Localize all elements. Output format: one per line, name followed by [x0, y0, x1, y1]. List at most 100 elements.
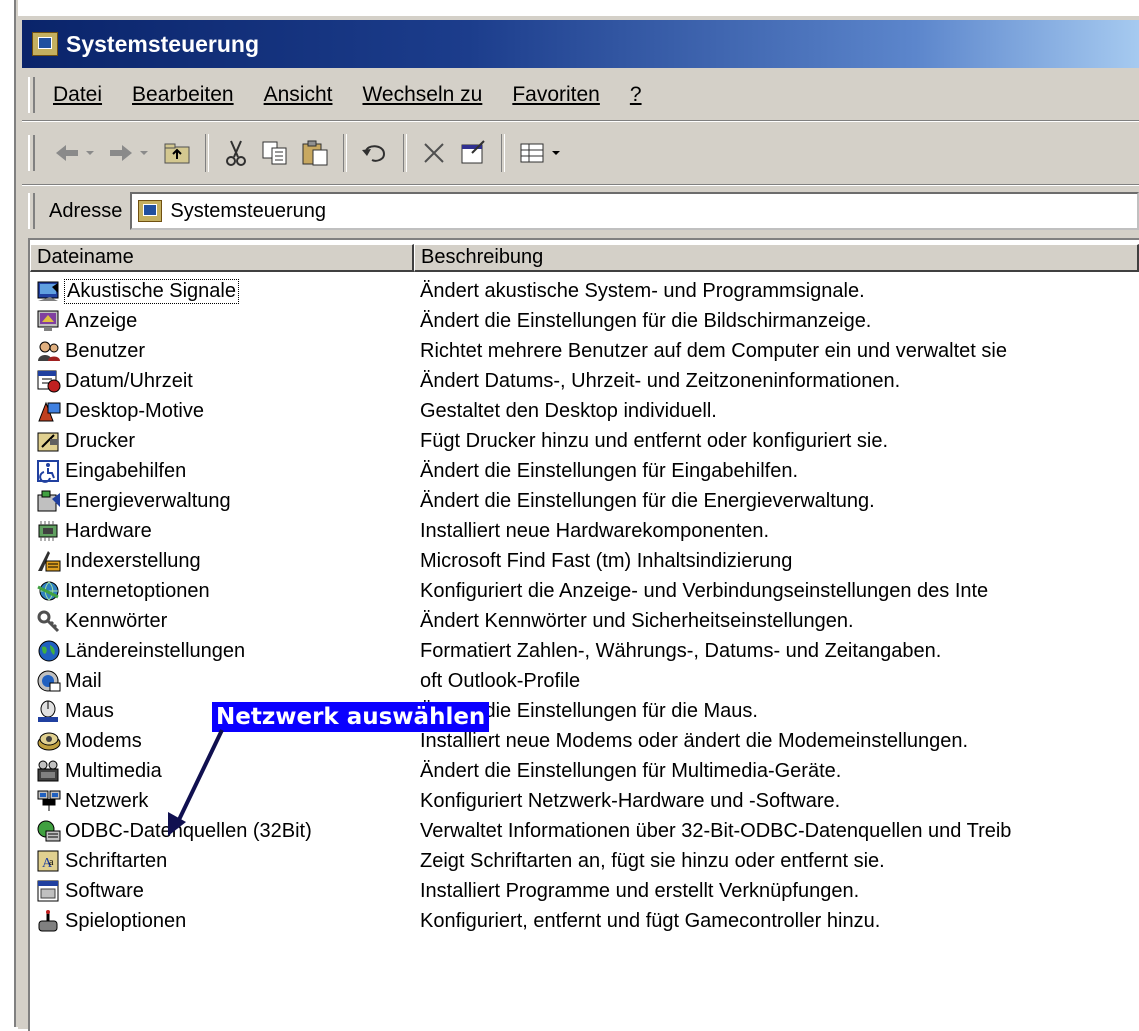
item-name-cell[interactable]: Desktop-Motive [30, 399, 414, 423]
mouse-icon[interactable] [36, 699, 62, 723]
item-name[interactable]: ODBC-Datenquellen (32Bit) [65, 820, 312, 843]
list-item[interactable]: Mail oft Outlook-Profile [30, 666, 1139, 696]
list-item[interactable]: Internetoptionen Konfiguriert die Anzeige… [30, 576, 1139, 606]
keys-icon[interactable] [36, 609, 62, 633]
menu-ansicht[interactable]: Ansicht [260, 81, 337, 109]
list-item[interactable]: Drucker Fügt Drucker hinzu und entfernt o… [30, 426, 1139, 456]
hardware-icon[interactable] [36, 519, 62, 543]
list-item[interactable]: Maus Ändert die Einstellungen für die Mau… [30, 696, 1139, 726]
item-name-cell[interactable]: Spieloptionen [30, 909, 414, 933]
item-name[interactable]: Datum/Uhrzeit [65, 370, 193, 393]
internet-icon[interactable] [36, 579, 62, 603]
item-name[interactable]: Eingabehilfen [65, 460, 186, 483]
indexing-icon[interactable] [36, 549, 62, 573]
software-icon[interactable] [36, 879, 62, 903]
address-grip[interactable] [28, 193, 35, 229]
back-icon[interactable] [49, 133, 103, 173]
sound-icon[interactable] [36, 279, 62, 303]
odbc-icon[interactable] [36, 819, 62, 843]
list-item[interactable]: Ländereinstellungen Formatiert Zahlen-, W… [30, 636, 1139, 666]
item-name[interactable]: Anzeige [65, 310, 137, 333]
item-name[interactable]: Ländereinstellungen [65, 640, 245, 663]
users-icon[interactable] [36, 339, 62, 363]
item-name[interactable]: Energieverwaltung [65, 490, 231, 513]
item-name[interactable]: Desktop-Motive [65, 400, 204, 423]
item-name-cell[interactable]: Multimedia [30, 759, 414, 783]
item-name[interactable]: Spieloptionen [65, 910, 186, 933]
fonts-icon[interactable]: Aa [36, 849, 62, 873]
item-name[interactable]: Hardware [65, 520, 152, 543]
item-name-cell[interactable]: Aa Schriftarten [30, 849, 414, 873]
item-name-cell[interactable]: Netzwerk [30, 789, 414, 813]
item-name-cell[interactable]: Mail [30, 669, 414, 693]
globe-icon[interactable] [36, 639, 62, 663]
mail-icon[interactable] [36, 669, 62, 693]
list-item[interactable]: Desktop-Motive Gestaltet den Desktop indi… [30, 396, 1139, 426]
item-name-cell[interactable]: ODBC-Datenquellen (32Bit) [30, 819, 414, 843]
up-folder-icon[interactable] [157, 133, 197, 173]
list-item[interactable]: ODBC-Datenquellen (32Bit) Verwaltet Infor… [30, 816, 1139, 846]
list-item[interactable]: Kennwörter Ändert Kennwörter und Sicherhe… [30, 606, 1139, 636]
item-name[interactable]: Akustische Signale [64, 278, 239, 304]
menu-datei[interactable]: Datei [49, 81, 106, 109]
item-name[interactable]: Modems [65, 730, 142, 753]
list-item[interactable]: Hardware Installiert neue Hardwarekompone… [30, 516, 1139, 546]
list-item[interactable]: Netzwerk Konfiguriert Netzwerk-Hardware u… [30, 786, 1139, 816]
delete-icon[interactable] [415, 133, 453, 173]
modem-icon[interactable] [36, 729, 62, 753]
properties-icon[interactable] [453, 133, 493, 173]
desktop-themes-icon[interactable] [36, 399, 62, 423]
column-header-beschreibung[interactable]: Beschreibung [414, 244, 1139, 272]
toolbar-grip[interactable] [28, 135, 35, 171]
power-icon[interactable] [36, 489, 62, 513]
list-item[interactable]: Aa Schriftarten Zeigt Schriftarten an, füg… [30, 846, 1139, 876]
list-item[interactable]: Modems Installiert neue Modems oder änder… [30, 726, 1139, 756]
item-name[interactable]: Benutzer [65, 340, 145, 363]
item-name[interactable]: Maus [65, 700, 114, 723]
list-item[interactable]: Indexerstellung Microsoft Find Fast (tm) … [30, 546, 1139, 576]
gamecontroller-icon[interactable] [36, 909, 62, 933]
list-item[interactable]: Eingabehilfen Ändert die Einstellungen fü… [30, 456, 1139, 486]
display-icon[interactable] [36, 309, 62, 333]
item-name-cell[interactable]: Indexerstellung [30, 549, 414, 573]
column-header-dateiname[interactable]: Dateiname [30, 244, 414, 272]
item-name-cell[interactable]: Modems [30, 729, 414, 753]
menu-wechseln-zu[interactable]: Wechseln zu [358, 81, 486, 109]
list-item[interactable]: Spieloptionen Konfiguriert, entfernt und … [30, 906, 1139, 936]
list-item[interactable]: Software Installiert Programme und erstel… [30, 876, 1139, 906]
item-name-cell[interactable]: Benutzer [30, 339, 414, 363]
item-name-cell[interactable]: Kennwörter [30, 609, 414, 633]
item-name-cell[interactable]: Internetoptionen [30, 579, 414, 603]
item-name-cell[interactable]: Anzeige [30, 309, 414, 333]
multimedia-icon[interactable] [36, 759, 62, 783]
item-name[interactable]: Mail [65, 670, 102, 693]
menu-grip[interactable] [28, 77, 35, 113]
views-icon[interactable] [513, 133, 573, 173]
paste-icon[interactable] [295, 133, 335, 173]
item-name-cell[interactable]: Software [30, 879, 414, 903]
list-item[interactable]: Akustische Signale Ändert akustische Syst… [30, 276, 1139, 306]
item-name-cell[interactable]: Ländereinstellungen [30, 639, 414, 663]
forward-icon[interactable] [103, 133, 157, 173]
accessibility-icon[interactable] [36, 459, 62, 483]
item-name-cell[interactable]: Akustische Signale [30, 278, 414, 304]
list-item[interactable]: Energieverwaltung Ändert die Einstellunge… [30, 486, 1139, 516]
item-name[interactable]: Schriftarten [65, 850, 167, 873]
list-item[interactable]: Benutzer Richtet mehrere Benutzer auf dem… [30, 336, 1139, 366]
menu-favoriten[interactable]: Favoriten [508, 81, 604, 109]
item-name[interactable]: Indexerstellung [65, 550, 201, 573]
item-name[interactable]: Software [65, 880, 144, 903]
list-item[interactable]: Multimedia Ändert die Einstellungen für M… [30, 756, 1139, 786]
item-name-cell[interactable]: Eingabehilfen [30, 459, 414, 483]
item-name[interactable]: Netzwerk [65, 790, 148, 813]
menu-bearbeiten[interactable]: Bearbeiten [128, 81, 238, 109]
item-name-cell[interactable]: Datum/Uhrzeit [30, 369, 414, 393]
address-field[interactable]: Systemsteuerung [130, 192, 1139, 230]
item-name[interactable]: Kennwörter [65, 610, 167, 633]
list-item[interactable]: Anzeige Ändert die Einstellungen für die … [30, 306, 1139, 336]
undo-icon[interactable] [355, 133, 395, 173]
item-name[interactable]: Multimedia [65, 760, 162, 783]
list-item[interactable]: Datum/Uhrzeit Ändert Datums-, Uhrzeit- un… [30, 366, 1139, 396]
network-icon[interactable] [36, 789, 62, 813]
copy-icon[interactable] [255, 133, 295, 173]
